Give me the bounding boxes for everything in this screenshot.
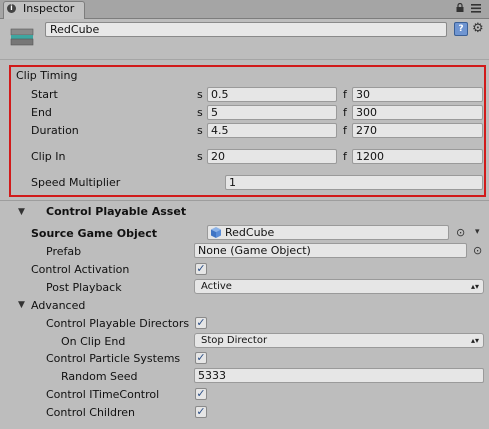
- object-name-field[interactable]: RedCube: [45, 22, 447, 37]
- component-title: Control Playable Asset: [46, 205, 187, 218]
- duration-seconds-field[interactable]: 4.5: [207, 123, 337, 138]
- on-clip-end-label: On Clip End: [61, 335, 126, 348]
- start-seconds-field[interactable]: 0.5: [207, 87, 337, 102]
- clip-in-seconds-unit: s: [197, 150, 203, 163]
- prefab-field[interactable]: None (Game Object): [194, 243, 467, 258]
- start-frames-field[interactable]: 30: [352, 87, 483, 102]
- prefab-picker-icon[interactable]: ⊙: [473, 244, 482, 257]
- clip-in-frames-unit: f: [343, 150, 347, 163]
- source-game-object-field[interactable]: RedCube: [207, 225, 449, 240]
- end-seconds-unit: s: [197, 106, 203, 119]
- object-picker-icon[interactable]: ⊙: [456, 226, 465, 239]
- duration-label: Duration: [31, 124, 79, 137]
- clip-in-frames-field[interactable]: 1200: [352, 149, 483, 164]
- advanced-label[interactable]: Advanced: [31, 299, 85, 312]
- control-playable-directors-checkbox[interactable]: ✓: [195, 317, 207, 329]
- clip-in-seconds-field[interactable]: 20: [207, 149, 337, 164]
- control-itimecontrol-checkbox[interactable]: ✓: [195, 388, 207, 400]
- random-seed-label: Random Seed: [61, 370, 138, 383]
- speed-multiplier-field[interactable]: 1: [225, 175, 483, 190]
- prefab-label: Prefab: [46, 245, 82, 258]
- dropdown-arrow-icon[interactable]: ▾: [475, 227, 480, 237]
- end-seconds-field[interactable]: 5: [207, 105, 337, 120]
- duration-frames-unit: f: [343, 124, 347, 137]
- on-clip-end-value: Stop Director: [201, 335, 268, 346]
- start-seconds-unit: s: [197, 88, 203, 101]
- control-activation-checkbox[interactable]: ✓: [195, 263, 207, 275]
- end-label: End: [31, 106, 52, 119]
- speed-multiplier-label: Speed Multiplier: [31, 176, 121, 189]
- random-seed-field[interactable]: 5333: [194, 368, 484, 383]
- control-itimecontrol-label: Control ITimeControl: [46, 388, 160, 401]
- end-frames-field[interactable]: 300: [352, 105, 483, 120]
- component-foldout-icon[interactable]: ▼: [18, 207, 25, 217]
- control-children-checkbox[interactable]: ✓: [195, 406, 207, 418]
- end-frames-unit: f: [343, 106, 347, 119]
- cube-icon: [211, 227, 221, 238]
- advanced-foldout-icon[interactable]: ▼: [18, 300, 25, 310]
- post-playback-dropdown[interactable]: Active ▴▾: [194, 279, 484, 294]
- tab-inspector-label: Inspector: [23, 2, 75, 15]
- dropdown-arrows-icon: ▴▾: [470, 336, 479, 345]
- duration-frames-field[interactable]: 270: [352, 123, 483, 138]
- lock-icon[interactable]: [456, 3, 464, 12]
- post-playback-value: Active: [201, 281, 232, 292]
- control-activation-label: Control Activation: [31, 263, 130, 276]
- control-particle-systems-label: Control Particle Systems: [46, 352, 181, 365]
- menu-icon[interactable]: [471, 4, 481, 13]
- on-clip-end-dropdown[interactable]: Stop Director ▴▾: [194, 333, 484, 348]
- gameobject-icon: [10, 28, 34, 46]
- info-icon: i: [7, 4, 16, 13]
- help-icon[interactable]: ?: [454, 22, 468, 36]
- source-game-object-label: Source Game Object: [31, 227, 157, 240]
- post-playback-label: Post Playback: [46, 281, 122, 294]
- clip-timing-title: Clip Timing: [16, 69, 78, 82]
- gear-icon[interactable]: ⚙: [472, 21, 484, 36]
- control-playable-directors-label: Control Playable Directors: [46, 317, 190, 330]
- duration-seconds-unit: s: [197, 124, 203, 137]
- clip-in-label: Clip In: [31, 150, 66, 163]
- dropdown-arrows-icon: ▴▾: [470, 282, 479, 291]
- source-game-object-value: RedCube: [225, 226, 275, 239]
- component-separator: [0, 200, 489, 201]
- start-label: Start: [31, 88, 58, 101]
- start-frames-unit: f: [343, 88, 347, 101]
- control-particle-systems-checkbox[interactable]: ✓: [195, 352, 207, 364]
- control-children-label: Control Children: [46, 406, 136, 419]
